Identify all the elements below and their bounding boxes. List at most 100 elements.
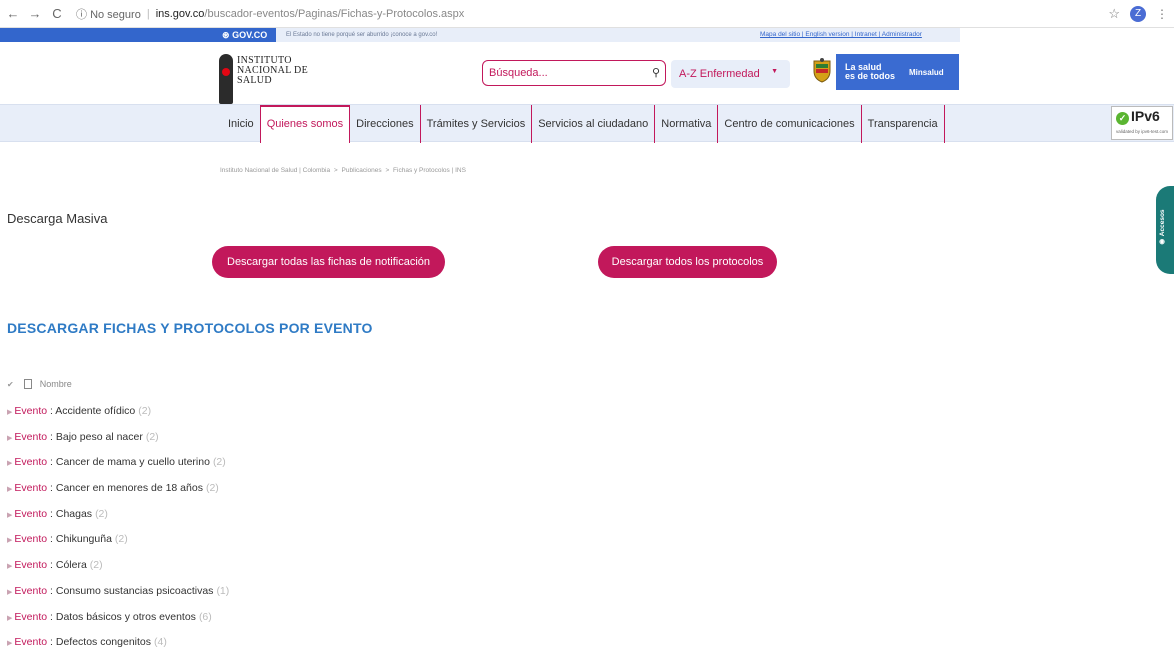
download-all-fichas-button[interactable]: Descargar todas las fichas de notificaci… <box>212 246 445 278</box>
address-bar[interactable]: ins.gov.co/buscador-eventos/Paginas/Fich… <box>156 8 465 20</box>
expand-icon[interactable]: ▶ <box>7 409 12 416</box>
event-label: Evento <box>14 636 48 649</box>
browser-menu-icon[interactable]: ⋮ <box>1156 7 1168 21</box>
event-label: Evento <box>14 456 48 469</box>
ipv6-badge[interactable]: ✓ IPv6 validated by ipv6-test.com <box>1111 106 1173 140</box>
ins-logo-dot <box>222 68 230 76</box>
list-item[interactable]: ▶ Evento : Accidente ofídico (2) <box>7 404 229 430</box>
expand-icon[interactable]: ▶ <box>7 460 12 467</box>
back-icon[interactable]: ← <box>4 6 22 21</box>
az-dropdown-label: A-Z Enfermedad <box>679 68 760 80</box>
nav-item-comunicaciones[interactable]: Centro de comunicaciones <box>718 105 862 143</box>
colombia-coat-of-arms-icon <box>813 58 831 83</box>
event-count: (2) <box>114 533 128 546</box>
expand-icon[interactable]: ▶ <box>7 486 12 493</box>
event-name: Cancer de mama y cuello uterino <box>55 456 210 469</box>
event-name: Defectos congenitos <box>55 636 152 649</box>
breadcrumb-sep-2: > <box>385 167 390 174</box>
nav-item-tramites[interactable]: Trámites y Servicios <box>421 105 533 143</box>
minsalud-banner[interactable]: La salud es de todos Minsalud <box>836 54 959 90</box>
event-name: Consumo sustancias psicoactivas <box>55 584 214 597</box>
address-host: ins.gov.co <box>155 7 205 20</box>
event-name: Cólera <box>55 559 87 572</box>
event-list: ▶ Evento : Accidente ofídico (2) ▶ Evento :… <box>7 404 229 658</box>
event-label: Evento <box>14 405 48 417</box>
check-icon: ✓ <box>1116 112 1129 125</box>
chevron-down-icon: ▼ <box>771 68 778 75</box>
expand-icon[interactable]: ▶ <box>7 640 12 647</box>
descarga-masiva-title: Descarga Masiva <box>7 211 108 226</box>
expand-icon[interactable]: ▶ <box>7 512 12 519</box>
nav-item-servicios-ciudadano[interactable]: Servicios al ciudadano <box>532 105 656 143</box>
nav-item-inicio[interactable]: Inicio <box>222 105 260 143</box>
site-info-icon[interactable]: ⓘ No seguro <box>76 6 141 22</box>
event-name: Cancer en menores de 18 años <box>55 482 203 495</box>
ipv6-sub: validated by ipv6-test.com <box>1116 129 1169 134</box>
forward-icon[interactable]: → <box>26 6 44 21</box>
event-name: Datos básicos y otros eventos <box>55 610 196 623</box>
main-nav: Inicio Quienes somos Direcciones Trámite… <box>0 104 1174 143</box>
event-name: Chagas <box>55 507 93 520</box>
search-box: ⚲ <box>482 60 666 86</box>
list-item[interactable]: ▶ Evento : Chikunguña (2) <box>7 532 229 558</box>
govco-brand: GOV.CO <box>232 30 268 40</box>
nav-item-quienes-somos[interactable]: Quienes somos <box>259 105 351 143</box>
event-label: Evento <box>14 584 48 597</box>
expand-icon[interactable]: ▶ <box>7 537 12 544</box>
column-nombre[interactable]: Nombre <box>40 379 72 389</box>
event-label: Evento <box>14 533 48 546</box>
ins-logo-icon[interactable] <box>219 54 233 104</box>
event-name: Accidente ofídico <box>55 405 136 417</box>
nav-item-normativa[interactable]: Normativa <box>655 105 719 143</box>
profile-avatar[interactable]: Z <box>1130 6 1146 22</box>
address-path: /buscador-eventos/Paginas/Fichas-y-Proto… <box>204 7 465 20</box>
minsalud-slogan: La salud es de todos <box>845 63 895 81</box>
event-label: Evento <box>14 430 48 443</box>
reload-icon[interactable]: C <box>48 6 66 21</box>
browser-toolbar: ← → C ⓘ No seguro | ins.gov.co/buscador-… <box>0 0 1174 28</box>
event-label: Evento <box>14 507 48 520</box>
select-all-check-icon[interactable]: ✔ <box>7 380 14 389</box>
list-item[interactable]: ▶ Evento : Cancer de mama y cuello uterin… <box>7 455 229 481</box>
breadcrumb-publicaciones[interactable]: Publicaciones <box>342 167 382 174</box>
expand-icon[interactable]: ▶ <box>7 589 12 596</box>
expand-icon[interactable]: ▶ <box>7 435 12 442</box>
list-item[interactable]: ▶ Evento : Cólera (2) <box>7 558 229 584</box>
az-disease-dropdown[interactable]: A-Z Enfermedad ▼ <box>671 60 790 88</box>
accesos-side-tab[interactable]: ◉ Accesos <box>1156 186 1174 274</box>
event-count: (6) <box>198 610 212 623</box>
event-count: (1) <box>216 584 230 597</box>
govco-top-links[interactable]: Mapa del sitio | English version | Intra… <box>760 28 922 42</box>
minsalud-brand: Minsalud <box>909 67 944 77</box>
bookmark-star-icon[interactable]: ☆ <box>1108 6 1120 22</box>
list-item[interactable]: ▶ Evento : Consumo sustancias psicoactiva… <box>7 584 229 610</box>
expand-icon[interactable]: ▶ <box>7 615 12 622</box>
govco-logo[interactable]: ⊛ GOV.CO <box>222 28 267 42</box>
breadcrumb: Instituto Nacional de Salud | Colombia >… <box>220 167 466 174</box>
event-count: (2) <box>95 507 108 520</box>
list-header: ✔ Nombre <box>7 379 72 389</box>
ipv6-label: IPv6 <box>1131 108 1160 124</box>
event-count: (2) <box>138 405 152 417</box>
event-count: (2) <box>145 430 159 443</box>
list-item[interactable]: ▶ Evento : Defectos congenitos (4) <box>7 635 229 658</box>
list-item[interactable]: ▶ Evento : Chagas (2) <box>7 507 229 533</box>
nav-item-transparencia[interactable]: Transparencia <box>862 105 945 143</box>
nav-item-direcciones[interactable]: Direcciones <box>350 105 421 143</box>
breadcrumb-home[interactable]: Instituto Nacional de Salud | Colombia <box>220 167 330 174</box>
event-label: Evento <box>14 482 48 495</box>
accesos-label: ◉ Accesos <box>1159 198 1171 258</box>
expand-icon[interactable]: ▶ <box>7 563 12 570</box>
event-count: (2) <box>205 482 219 495</box>
search-icon[interactable]: ⚲ <box>652 66 660 79</box>
download-all-protocolos-button[interactable]: Descargar todos los protocolos <box>598 246 777 278</box>
list-item[interactable]: ▶ Evento : Bajo peso al nacer (2) <box>7 430 229 456</box>
event-name: Chikunguña <box>55 533 112 546</box>
govco-tagline[interactable]: El Estado no tiene porqué ser aburrido ¡… <box>286 28 437 42</box>
list-item[interactable]: ▶ Evento : Datos básicos y otros eventos(… <box>7 610 229 636</box>
ins-logo-text[interactable]: INSTITUTO NACIONAL DE SALUD <box>237 56 308 86</box>
search-input[interactable] <box>489 61 649 85</box>
logo-line-3: SALUD <box>237 75 272 86</box>
accesos-text: Accesos <box>1159 209 1166 237</box>
list-item[interactable]: ▶ Evento : Cancer en menores de 18 años (2… <box>7 481 229 507</box>
